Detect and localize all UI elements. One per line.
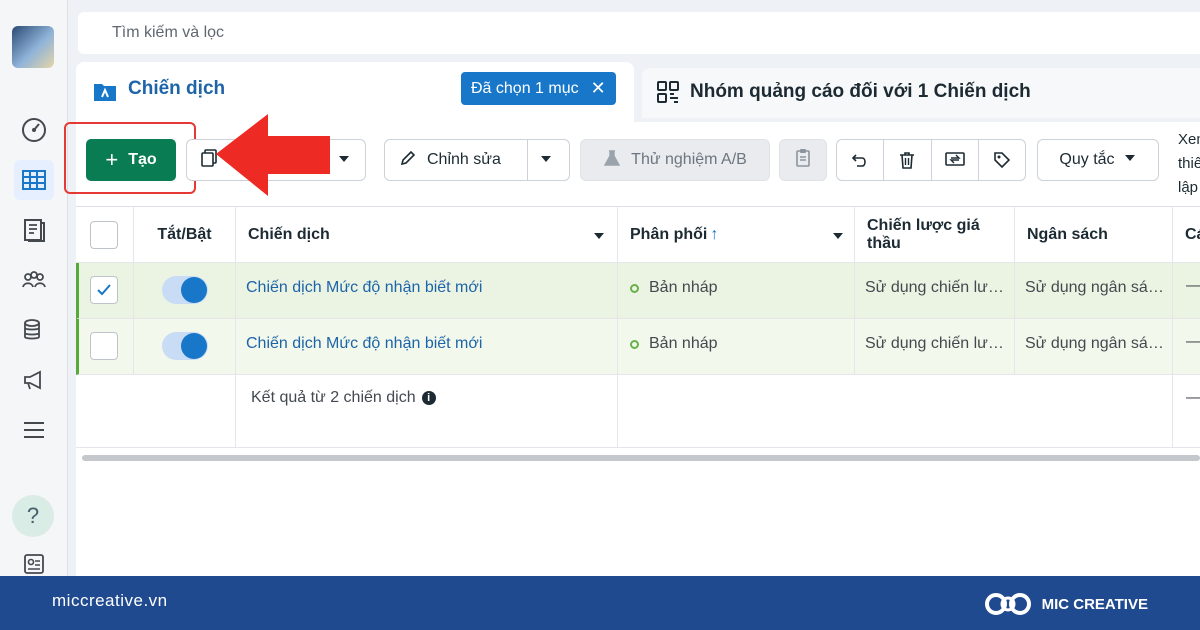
- chevron-down-icon[interactable]: [337, 152, 351, 171]
- row-select-cell: [79, 319, 134, 374]
- header-campaign-label: Chiến dịch: [248, 225, 330, 243]
- account-avatar[interactable]: [12, 26, 54, 68]
- summary-empty-cell: [76, 375, 236, 447]
- close-icon[interactable]: ✕: [591, 78, 606, 99]
- edit-button-label: Chỉnh sửa: [427, 151, 501, 168]
- reports-book-icon[interactable]: [14, 210, 54, 250]
- grid-icon: [656, 80, 680, 109]
- summary-result: Kết quả từ 2 chiến dịch i: [251, 389, 436, 407]
- row-select-cell: [79, 263, 134, 318]
- row-bid-cell: [855, 319, 1015, 374]
- tab-adsets-label: Nhóm quảng cáo đối với 1 Chiến dịch: [690, 81, 1031, 102]
- edit-divider: [527, 140, 528, 180]
- brand-footer: miccreative.vn MIC CREATIVE: [0, 576, 1200, 630]
- row-toggle-cell: [134, 319, 236, 374]
- dashboard-gauge-icon[interactable]: [14, 110, 54, 150]
- header-select-cell: [76, 207, 134, 262]
- preview-icon[interactable]: [932, 140, 979, 180]
- view-text-line: lập: [1178, 179, 1199, 196]
- header-bid-strategy[interactable]: Chiến lược giá thầu: [855, 207, 1015, 262]
- header-bid-label: Chiến lược giá thầu: [867, 216, 980, 252]
- table-row[interactable]: Chiến dịch Mức độ nhận biết mới Bản nháp…: [76, 319, 1200, 375]
- chevron-down-icon[interactable]: [832, 229, 844, 247]
- search-input[interactable]: [112, 24, 712, 42]
- header-delivery[interactable]: Phân phối ↑: [618, 207, 855, 262]
- clipboard-icon: [794, 148, 812, 173]
- sidebar: ?: [0, 0, 68, 576]
- header-next[interactable]: Cá: [1173, 207, 1200, 262]
- summary-row: Kết quả từ 2 chiến dịch i —: [76, 375, 1200, 448]
- view-text-line: Xem: [1178, 131, 1200, 148]
- ab-test-button-label: Thử nghiệm A/B: [631, 151, 747, 168]
- campaign-toggle[interactable]: [162, 332, 208, 360]
- footer-site: miccreative.vn: [52, 591, 168, 610]
- campaigns-table: Tắt/Bật Chiến dịch Phân phối ↑ Chiến lượ…: [76, 206, 1200, 448]
- table-row[interactable]: Chiến dịch Mức độ nhận biết mới Bản nháp…: [76, 263, 1200, 319]
- undo-icon[interactable]: [837, 140, 885, 180]
- row-checkbox-checked[interactable]: [90, 276, 118, 304]
- tab-campaigns-label: Chiến dịch: [128, 78, 226, 99]
- header-delivery-label: Phân phối: [630, 225, 708, 243]
- search-bar[interactable]: [78, 12, 1200, 54]
- chevron-down-icon[interactable]: [539, 152, 553, 171]
- row-toggle-cell: [134, 263, 236, 318]
- horizontal-scrollbar[interactable]: [82, 455, 1200, 461]
- create-highlight-box: [64, 122, 196, 194]
- row-delivery-cell: [618, 263, 855, 318]
- summary-cell: [236, 375, 618, 447]
- action-icon-group: [836, 139, 1026, 181]
- tab-adsets[interactable]: Nhóm quảng cáo đối với 1 Chiến dịch: [642, 68, 1200, 118]
- edit-button[interactable]: Chỉnh sửa: [384, 139, 570, 181]
- folder-icon: [92, 79, 118, 110]
- trash-icon[interactable]: [884, 140, 932, 180]
- tab-campaigns[interactable]: Chiến dịch Đã chọn 1 mục ✕: [76, 62, 634, 122]
- row-delivery-cell: [618, 319, 855, 374]
- row-bid-cell: [855, 263, 1015, 318]
- billing-coins-icon[interactable]: [14, 310, 54, 350]
- row-budget-cell: [1015, 319, 1173, 374]
- header-toggle[interactable]: Tắt/Bật: [134, 207, 236, 262]
- extra-value: —: [1186, 277, 1200, 295]
- mic-creative-logo-icon: [984, 593, 1031, 615]
- audiences-people-icon[interactable]: [14, 260, 54, 300]
- rules-button-label: Quy tắc: [1059, 151, 1115, 168]
- view-setup-text[interactable]: Xem thiế lập: [1178, 128, 1200, 200]
- megaphone-icon[interactable]: [14, 360, 54, 400]
- flask-icon: [603, 149, 621, 172]
- campaign-toggle[interactable]: [162, 276, 208, 304]
- pointer-arrow: [216, 114, 330, 196]
- tag-icon[interactable]: [979, 140, 1025, 180]
- header-campaign[interactable]: Chiến dịch: [236, 207, 618, 262]
- pencil-icon: [399, 149, 417, 172]
- summary-label: Kết quả từ 2 chiến dịch: [251, 389, 416, 406]
- clipboard-button[interactable]: [779, 139, 827, 181]
- footer-brand-label: MIC CREATIVE: [1041, 595, 1148, 613]
- help-icon[interactable]: ?: [12, 495, 54, 537]
- view-text-line: thiế: [1178, 155, 1200, 172]
- row-budget-cell: [1015, 263, 1173, 318]
- select-all-checkbox[interactable]: [90, 221, 118, 249]
- chevron-down-icon: [1123, 151, 1137, 170]
- summary-extra-value: —: [1186, 389, 1200, 407]
- selected-count-pill[interactable]: Đã chọn 1 mục ✕: [461, 72, 616, 105]
- row-campaign-cell: [236, 263, 618, 318]
- selected-count-label: Đã chọn 1 mục: [471, 79, 579, 97]
- campaigns-table-icon[interactable]: [14, 160, 54, 200]
- table-header-row: Tắt/Bật Chiến dịch Phân phối ↑ Chiến lượ…: [76, 206, 1200, 263]
- sort-arrow-up-icon: ↑: [710, 225, 719, 243]
- row-campaign-cell: [236, 319, 618, 374]
- header-budget[interactable]: Ngân sách: [1015, 207, 1173, 262]
- row-checkbox[interactable]: [90, 332, 118, 360]
- extra-value: —: [1186, 333, 1200, 351]
- footer-brand: MIC CREATIVE: [984, 590, 1148, 618]
- ab-test-button[interactable]: Thử nghiệm A/B: [580, 139, 770, 181]
- chevron-down-icon[interactable]: [593, 229, 605, 247]
- info-icon[interactable]: i: [421, 391, 436, 405]
- rules-button[interactable]: Quy tắc: [1037, 139, 1159, 181]
- menu-icon[interactable]: [14, 410, 54, 450]
- summary-values-cell: [618, 375, 1173, 447]
